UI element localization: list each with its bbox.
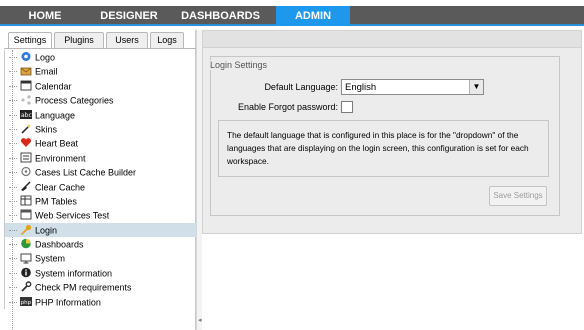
svg-text:php: php xyxy=(21,300,32,306)
tree-item-cases-list-cache-builder[interactable]: Cases List Cache Builder xyxy=(5,165,196,179)
default-language-select[interactable]: English ▼ xyxy=(341,79,484,95)
php-icon: php xyxy=(20,296,32,307)
environment-icon xyxy=(20,152,32,163)
email-icon xyxy=(20,66,32,77)
tree-item-label: Heart Beat xyxy=(35,138,79,149)
tree-item-process-categories[interactable]: Process Categories xyxy=(5,93,196,107)
tree-item-email[interactable]: Email xyxy=(5,64,196,78)
logo-gear-icon xyxy=(20,51,32,62)
cache-builder-icon xyxy=(20,166,32,177)
panel-header xyxy=(203,31,581,48)
settings-tree: Logo Email Calendar Process Categories a… xyxy=(4,50,196,310)
tree-item-label: Language xyxy=(35,109,76,120)
tree-item-label: Web Services Test xyxy=(35,210,110,221)
nav-tab-designer[interactable]: DESIGNER xyxy=(90,6,168,26)
tree-item-label: Email xyxy=(35,66,58,77)
tree-item-label: System xyxy=(35,253,66,264)
tab-settings[interactable]: Settings xyxy=(8,32,52,49)
tree-item-environment[interactable]: Environment xyxy=(5,151,196,165)
tree-item-skins[interactable]: Skins xyxy=(5,122,196,136)
tab-plugins[interactable]: Plugins xyxy=(54,32,104,48)
forgot-password-label: Enable Forgot password: xyxy=(237,102,338,112)
web-services-icon xyxy=(20,209,32,220)
skins-wand-icon xyxy=(20,123,32,134)
tree-item-check-pm-requirements[interactable]: Check PM requirements xyxy=(5,280,196,294)
tree-item-label: Environment xyxy=(35,153,86,164)
tree-item-system[interactable]: System xyxy=(5,251,196,265)
language-abc-icon: abc xyxy=(20,109,32,120)
tree-item-label: PM Tables xyxy=(35,196,77,207)
save-settings-button[interactable]: Save Settings xyxy=(489,186,547,206)
nav-tab-dashboards[interactable]: DASHBOARDS xyxy=(168,6,273,26)
broom-icon xyxy=(20,181,32,192)
nav-tab-admin[interactable]: ADMIN xyxy=(276,6,350,26)
calendar-icon xyxy=(20,80,32,91)
dashboards-icon xyxy=(20,238,32,249)
top-nav-bar: HOME DESIGNER DASHBOARDS ADMIN xyxy=(0,6,584,26)
tree-item-calendar[interactable]: Calendar xyxy=(5,79,196,93)
monitor-icon xyxy=(20,253,32,264)
tree-item-web-services-test[interactable]: Web Services Test xyxy=(5,208,196,222)
pm-tables-icon xyxy=(20,195,32,206)
admin-left-panel: Settings Plugins Users Logs Logo Email C… xyxy=(4,30,196,330)
chevron-down-icon[interactable]: ▼ xyxy=(469,80,483,94)
info-icon xyxy=(20,267,32,278)
tree-item-label: Cases List Cache Builder xyxy=(35,167,137,178)
tree-item-label: System information xyxy=(35,268,113,279)
language-info-box: The default language that is configured … xyxy=(218,120,549,177)
key-icon xyxy=(20,224,32,235)
tree-item-label: Clear Cache xyxy=(35,181,86,192)
default-language-value: English xyxy=(345,82,377,93)
tab-users[interactable]: Users xyxy=(106,32,148,48)
tree-item-label: Check PM requirements xyxy=(35,282,132,293)
tree-item-language[interactable]: abc Language xyxy=(5,108,196,122)
tree-item-system-information[interactable]: System information xyxy=(5,266,196,280)
process-categories-icon xyxy=(20,94,32,105)
tree-item-label: Logo xyxy=(35,52,56,63)
tree-item-login[interactable]: Login xyxy=(5,222,196,238)
language-info-text: The default language that is configured … xyxy=(227,130,529,166)
heart-icon xyxy=(20,137,32,148)
default-language-label: Default Language: xyxy=(264,82,338,92)
tree-item-label: Skins xyxy=(35,124,58,135)
tree-item-heart-beat[interactable]: Heart Beat xyxy=(5,136,196,150)
forgot-password-checkbox[interactable] xyxy=(341,101,353,113)
tree-item-php-information[interactable]: php PHP Information xyxy=(5,295,196,309)
tree-item-dashboards[interactable]: Dashboards xyxy=(5,237,196,251)
tree-item-clear-cache[interactable]: Clear Cache xyxy=(5,180,196,194)
tree-item-label: Login xyxy=(35,225,58,236)
tree-item-label: Process Categories xyxy=(35,95,114,106)
login-settings-legend: Login Settings xyxy=(208,60,270,70)
tree-item-label: PHP Information xyxy=(35,297,101,308)
tab-logs[interactable]: Logs xyxy=(150,32,184,48)
wrench-icon xyxy=(20,281,32,293)
collapse-arrow-icon[interactable]: ◂ xyxy=(198,316,202,324)
tree-item-logo[interactable]: Logo xyxy=(5,50,196,64)
svg-text:abc: abc xyxy=(21,112,32,119)
tree-item-label: Dashboards xyxy=(35,239,84,250)
tree-item-label: Calendar xyxy=(35,81,72,92)
tree-item-pm-tables[interactable]: PM Tables xyxy=(5,194,196,208)
tab-divider xyxy=(4,48,196,49)
nav-tab-home[interactable]: HOME xyxy=(0,6,90,26)
